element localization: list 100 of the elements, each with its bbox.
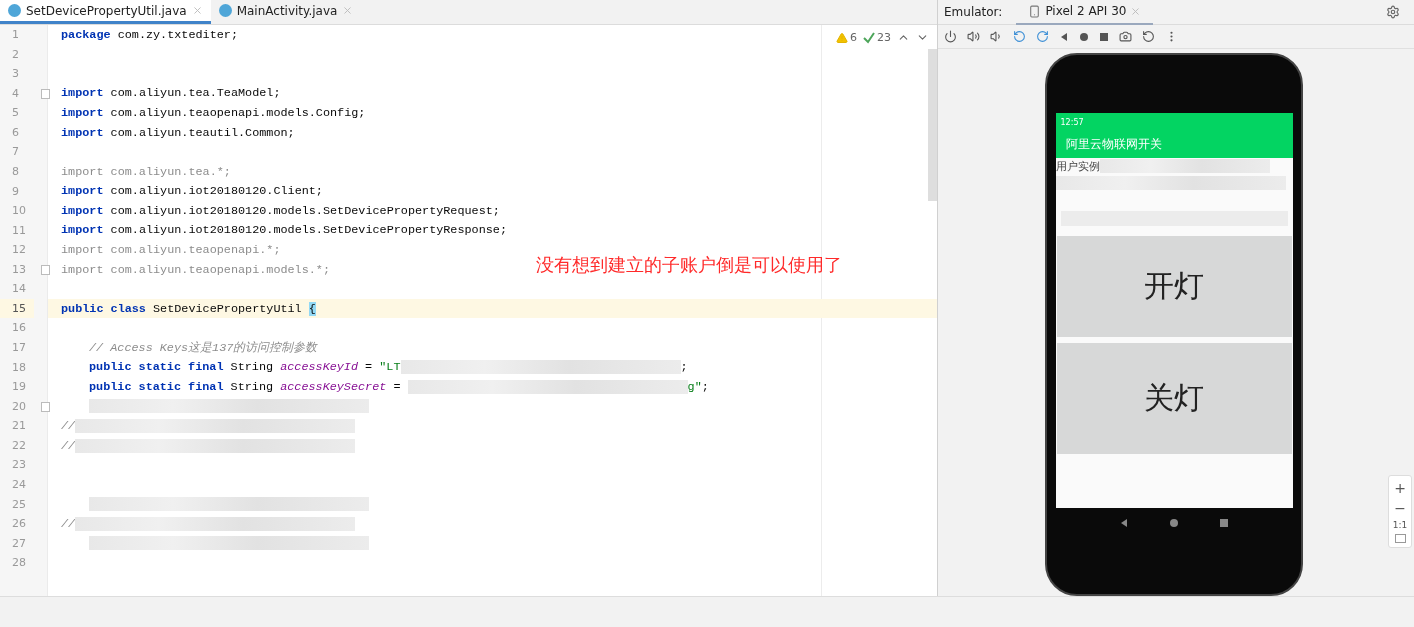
back-icon[interactable]: [1119, 518, 1129, 528]
line-number: 2: [11, 46, 20, 63]
volume-up-icon[interactable]: [967, 30, 980, 43]
code-token: com.aliyun.iot20180120.Client;: [109, 184, 323, 199]
reset-icon[interactable]: [1142, 30, 1155, 43]
line-number: 5: [11, 105, 20, 122]
device-tab[interactable]: Pixel 2 API 30: [1016, 0, 1154, 25]
code-token: accessKeyId: [280, 360, 359, 375]
check-icon: [863, 31, 875, 44]
code-token: ;: [680, 360, 688, 375]
code-token: =: [364, 360, 374, 375]
code-token: SetDevicePropertyUtil: [152, 301, 303, 316]
volume-down-icon[interactable]: [990, 30, 1003, 43]
phone-icon: [1028, 4, 1042, 18]
line-number: 13: [11, 261, 27, 278]
code-token: com.zy.txtediter;: [116, 27, 238, 42]
code-token: public static final: [89, 379, 224, 394]
code-token: import: [61, 125, 104, 140]
zoom-button[interactable]: +: [1394, 480, 1406, 496]
code-token: // Access Keys这是137的访问控制参数: [89, 339, 318, 356]
code-token: import: [61, 106, 104, 121]
line-number: 1: [11, 27, 20, 43]
line-number: 11: [11, 222, 27, 239]
warning-count[interactable]: 6: [850, 31, 857, 44]
overview-icon[interactable]: [1099, 31, 1109, 42]
line-number: 21: [11, 418, 27, 435]
info-text: 用户实例: [1055, 159, 1100, 174]
line-number: 12: [11, 242, 27, 259]
line-number: 10: [11, 203, 27, 220]
line-number: 19: [11, 379, 27, 396]
zoom-button[interactable]: 1:1: [1392, 520, 1408, 530]
code-token: com.aliyun.iot20180120.models.SetDevicePropertyRequest;: [109, 203, 500, 218]
line-number: 6: [11, 124, 20, 141]
light-button[interactable]: 关灯: [1056, 343, 1292, 454]
code-token: public class: [61, 301, 146, 316]
camera-icon[interactable]: [1119, 30, 1132, 43]
warning-icon: [836, 31, 848, 44]
code-token: String: [229, 360, 275, 375]
rotate-right-icon[interactable]: [1036, 30, 1049, 43]
zoom-button[interactable]: −: [1394, 500, 1406, 516]
rotate-left-icon[interactable]: [1013, 30, 1026, 43]
code-token: com.aliyun.teautil.Common;: [109, 125, 295, 140]
line-number: 3: [11, 66, 20, 83]
line-number: 22: [11, 437, 27, 454]
line-number: 26: [11, 516, 27, 533]
fold-marker-icon[interactable]: [41, 401, 50, 412]
power-icon[interactable]: [944, 30, 957, 43]
line-number: 15: [0, 298, 34, 319]
line-number: 16: [11, 320, 27, 337]
scrollbar-thumb[interactable]: [928, 49, 937, 201]
emulator-label: Emulator:: [944, 5, 1003, 19]
line-number: 8: [11, 163, 20, 180]
fit-screen-icon[interactable]: [1394, 534, 1406, 543]
editor-tab[interactable]: SetDevicePropertyUtil.java: [0, 0, 211, 24]
code-token: //: [61, 419, 76, 434]
code-token: accessKeySecret: [280, 379, 387, 394]
code-token: String: [229, 379, 275, 394]
code-token: import com.aliyun.teaopenapi.*;: [61, 242, 281, 257]
code-token: //: [61, 516, 76, 531]
code-token: import: [61, 203, 104, 218]
code-token: com.aliyun.teaopenapi.models.Config;: [109, 106, 366, 121]
class-icon: [218, 4, 232, 17]
light-button[interactable]: 开灯: [1056, 236, 1292, 337]
overview-icon[interactable]: [1219, 518, 1229, 528]
code-token: =: [392, 379, 402, 394]
line-number: 28: [11, 555, 27, 572]
code-token: "LT: [379, 360, 401, 375]
app-bar: 阿里云物联网开关: [1055, 131, 1293, 158]
code-token: import: [61, 184, 104, 199]
code-token: ;: [701, 379, 709, 394]
editor-tab[interactable]: MainActivity.java: [210, 0, 362, 24]
fold-marker-icon[interactable]: [41, 264, 50, 275]
line-number: 24: [11, 476, 27, 493]
line-number: 20: [11, 398, 27, 415]
status-time: 12:57: [1060, 117, 1084, 127]
code-token: //: [61, 438, 76, 453]
home-icon[interactable]: [1169, 518, 1179, 528]
code-token: public static final: [89, 360, 224, 375]
line-number: 17: [11, 340, 27, 356]
line-number: 4: [11, 85, 20, 102]
line-number: 9: [11, 183, 20, 200]
code-token: import: [61, 86, 104, 101]
code-token: package: [61, 27, 111, 42]
code-token: com.aliyun.iot20180120.models.SetDevicePropertyResponse;: [109, 223, 507, 238]
code-token: import com.aliyun.tea.*;: [61, 164, 231, 179]
code-token: import: [61, 223, 104, 238]
code-token: import com.aliyun.teaopenapi.models.*;: [61, 262, 330, 277]
code-token: com.aliyun.tea.TeaModel;: [109, 86, 281, 101]
annotation-text: 没有想到建立的子账户倒是可以使用了: [536, 253, 842, 277]
back-icon[interactable]: [1059, 31, 1069, 42]
fold-marker-icon[interactable]: [41, 88, 50, 99]
weak-warning-count[interactable]: 23: [877, 31, 891, 44]
line-number: 23: [11, 457, 27, 474]
class-icon: [8, 4, 21, 17]
line-number: 25: [11, 496, 27, 513]
line-number: 27: [11, 535, 27, 552]
line-number: 7: [11, 144, 20, 161]
line-number: 18: [11, 359, 27, 376]
settings-icon[interactable]: [1386, 5, 1400, 19]
home-icon[interactable]: [1079, 31, 1089, 42]
